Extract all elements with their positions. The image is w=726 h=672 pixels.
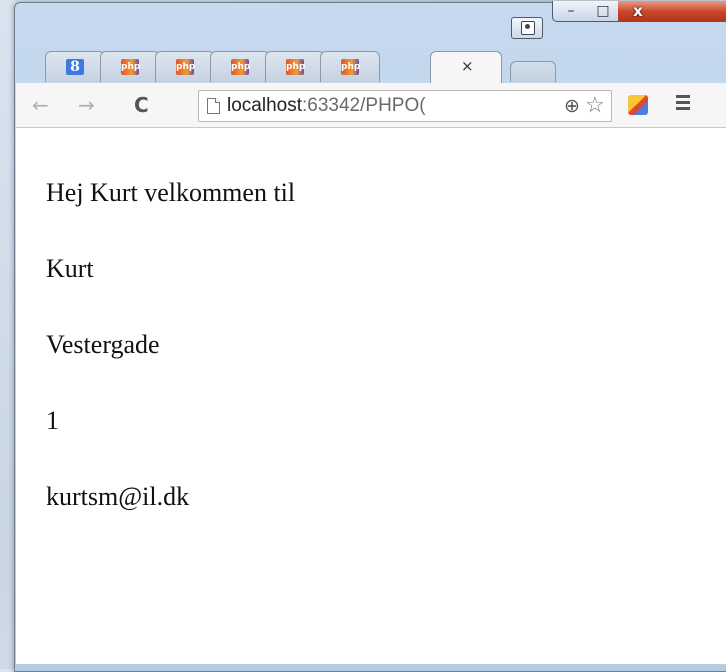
street-text: Vestergade xyxy=(46,330,160,359)
greeting-text: Hej Kurt velkommen til xyxy=(46,178,296,207)
tab-php-1[interactable]: php xyxy=(100,51,160,82)
bookmark-star-icon[interactable]: ☆ xyxy=(585,91,605,120)
back-icon[interactable]: ← xyxy=(32,93,49,117)
tab-strip: 8 php php php php php × xyxy=(45,51,726,84)
close-window-button[interactable]: x xyxy=(618,1,726,22)
tab-php-4[interactable]: php xyxy=(265,51,325,82)
tab-php-3[interactable]: php xyxy=(210,51,270,82)
name-text: Kurt xyxy=(46,254,94,283)
url-host: localhost xyxy=(227,95,302,116)
page-content: Hej Kurt velkommen til Kurt Vestergade 1… xyxy=(16,128,726,664)
zoom-icon[interactable]: ⊕ xyxy=(561,92,580,121)
reload-icon[interactable]: C xyxy=(134,93,149,117)
number-text: 1 xyxy=(46,406,59,435)
php-icon: php xyxy=(231,59,250,75)
url-path: :63342/PHPO( xyxy=(302,95,426,116)
php-icon: php xyxy=(176,59,195,75)
user-icon xyxy=(521,21,535,35)
minimize-icon: – xyxy=(567,3,575,19)
tab-active[interactable]: × xyxy=(430,51,502,84)
tab-google[interactable]: 8 xyxy=(45,51,105,82)
extension-icon[interactable] xyxy=(628,95,648,115)
maximize-icon: □ xyxy=(596,3,610,19)
close-icon: x xyxy=(633,2,643,20)
browser-window: – □ x 8 php php php php php × ← → C loca… xyxy=(14,1,726,672)
address-bar[interactable]: localhost:63342/PHPO( ⊕ ☆ xyxy=(198,90,612,122)
php-icon: php xyxy=(341,59,360,75)
google-icon: 8 xyxy=(66,59,84,75)
tab-php-2[interactable]: php xyxy=(155,51,215,82)
maximize-button[interactable]: □ xyxy=(588,1,619,22)
tab-close-icon[interactable]: × xyxy=(461,57,474,75)
php-icon: php xyxy=(286,59,305,75)
new-tab-button[interactable] xyxy=(510,61,556,82)
php-icon: php xyxy=(121,59,140,75)
minimize-button[interactable]: – xyxy=(552,1,590,22)
email-text: kurtsm@il.dk xyxy=(46,482,190,511)
forward-icon[interactable]: → xyxy=(78,93,95,117)
page-icon xyxy=(207,98,220,114)
url-text: localhost:63342/PHPO( xyxy=(227,91,426,121)
toolbar: ← → C localhost:63342/PHPO( ⊕ ☆ xyxy=(16,83,726,128)
user-profile-button[interactable] xyxy=(511,17,543,39)
menu-icon[interactable] xyxy=(676,95,690,111)
tab-php-5[interactable]: php xyxy=(320,51,380,82)
